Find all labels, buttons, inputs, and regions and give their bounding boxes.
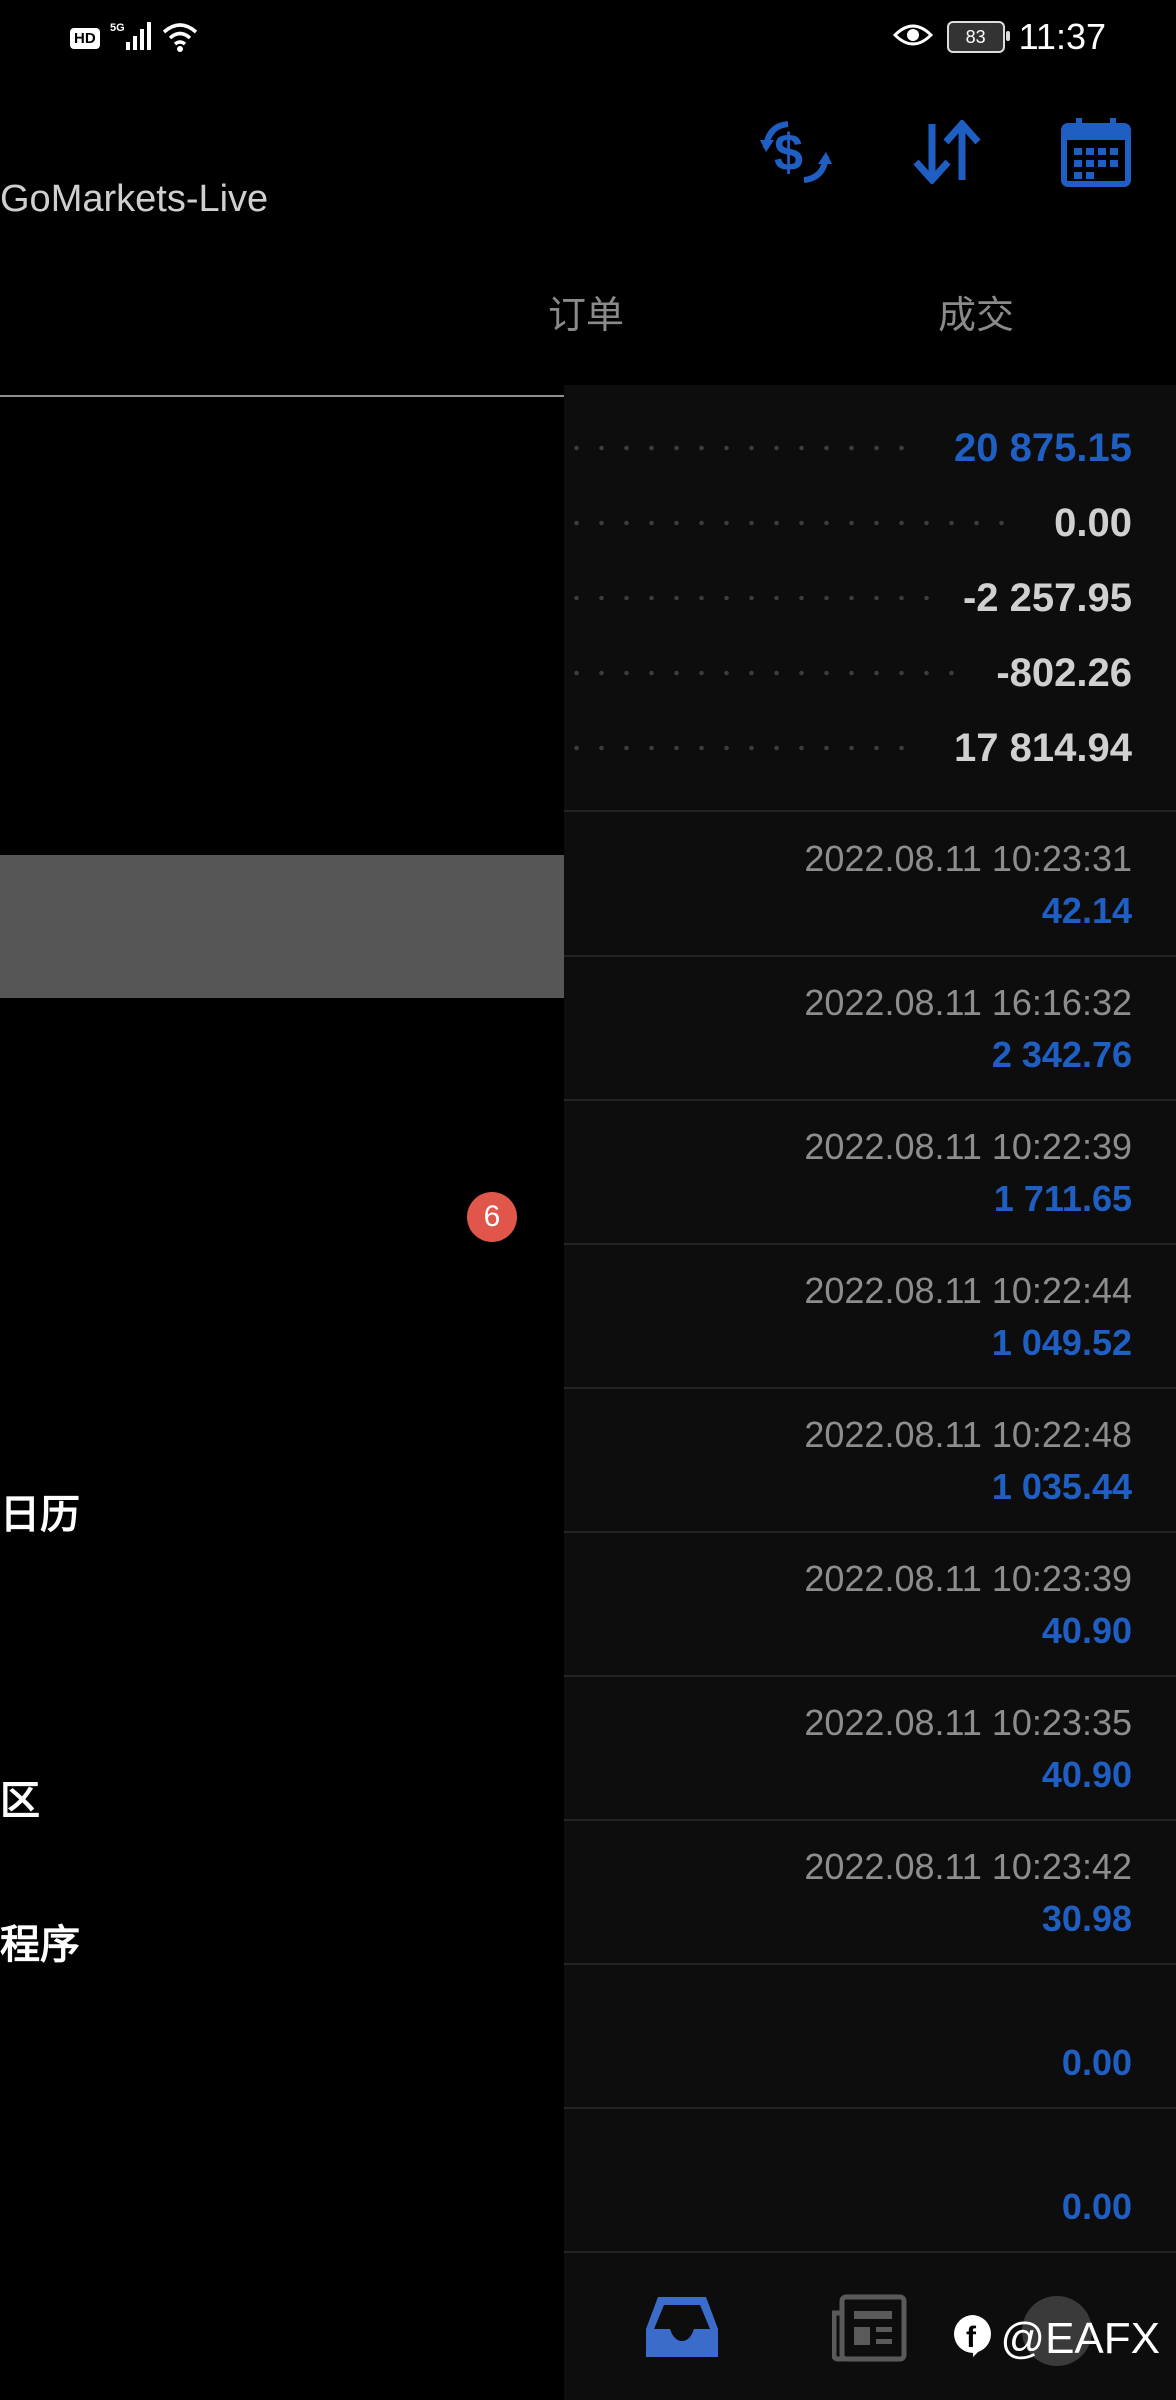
deal-value: 1 711.65	[993, 1178, 1132, 1219]
deal-row[interactable]: 2022.08.11 10:23:39 40.90	[564, 1532, 1132, 1676]
deal-row[interactable]: 2022.08.11 10:23:31 42.14	[564, 812, 1132, 956]
deal-time: 2022.08.11 10:22:48	[804, 1414, 1132, 1455]
deal-row[interactable]: 2022.08.11 10:23:35 40.90	[564, 1676, 1132, 1820]
drawer-item-selected[interactable]	[0, 855, 564, 998]
clock: 11:37	[1018, 16, 1106, 57]
deal-row[interactable]: 0.00	[564, 1964, 1132, 2108]
deal-time: 2022.08.11 10:23:42	[804, 1846, 1132, 1887]
tab-deals[interactable]: 成交	[938, 284, 1014, 339]
summary-value: 0.00	[1054, 500, 1132, 545]
drawer-item-apps[interactable]: 程序	[0, 1912, 80, 1970]
deal-time: 2022.08.11 10:23:35	[804, 1702, 1132, 1743]
summary-row: 0.00	[564, 493, 1132, 553]
status-bar-right: 83 11:37	[892, 14, 1106, 60]
deal-row[interactable]: 2022.08.11 10:23:42 30.98	[564, 1820, 1132, 1964]
wifi-icon	[160, 20, 200, 57]
deal-value: 0.00	[1061, 2186, 1132, 2227]
svg-text:f: f	[966, 2321, 977, 2354]
summary-value: -802.26	[996, 650, 1132, 695]
deal-value: 40.90	[1041, 1754, 1132, 1795]
deal-time: 2022.08.11 10:23:39	[804, 1558, 1132, 1599]
deal-time: 2022.08.11 10:22:44	[804, 1270, 1132, 1311]
watermark: f @EAFX	[952, 2313, 1160, 2364]
deal-value: 40.90	[1041, 1610, 1132, 1651]
deal-value: 0.00	[1061, 2042, 1132, 2083]
deal-row[interactable]: 2022.08.11 10:22:44 1 049.52	[564, 1244, 1132, 1388]
summary-row: 17 814.94	[564, 718, 1132, 778]
hd-indicator: HD	[70, 27, 100, 49]
inbox-icon[interactable]	[644, 2293, 720, 2368]
summary-value: 20 875.15	[954, 425, 1132, 470]
status-bar-left: HD 5G	[70, 18, 200, 58]
deal-time: 2022.08.11 10:22:39	[804, 1126, 1132, 1167]
signal-icon: 5G	[108, 20, 152, 57]
summary-row: 20 875.15	[564, 418, 1132, 478]
deal-value: 2 342.76	[991, 1034, 1132, 1075]
deal-value: 30.98	[1041, 1898, 1132, 1939]
eye-icon	[892, 21, 933, 54]
deal-row[interactable]: 2022.08.11 16:16:32 2 342.76	[564, 956, 1132, 1100]
deal-time: 2022.08.11 10:23:31	[804, 838, 1132, 879]
server-name: GoMarkets-Live	[0, 178, 269, 220]
drawer-divider	[0, 395, 564, 397]
sort-icon[interactable]	[912, 120, 982, 184]
facebook-icon: f	[952, 2313, 994, 2364]
deal-value: 1 035.44	[991, 1466, 1132, 1507]
summary-row: -802.26	[564, 643, 1132, 703]
deal-value: 1 049.52	[991, 1322, 1132, 1363]
drawer-item-calendar[interactable]: 日历	[0, 1482, 80, 1540]
navigation-drawer	[0, 396, 564, 2400]
deal-row[interactable]: 0.00	[564, 2108, 1132, 2252]
currency-exchange-icon[interactable]: $	[758, 118, 834, 186]
calendar-icon[interactable]	[1060, 116, 1132, 188]
deal-time: 2022.08.11 16:16:32	[804, 982, 1132, 1023]
drawer-item-community[interactable]: 区	[0, 1768, 40, 1826]
deal-row[interactable]: 2022.08.11 10:22:48 1 035.44	[564, 1388, 1132, 1532]
watermark-text: @EAFX	[1000, 2313, 1160, 2363]
summary-value: -2 257.95	[962, 575, 1132, 620]
tab-orders[interactable]: 订单	[548, 284, 624, 339]
news-icon[interactable]	[831, 2293, 908, 2368]
summary-row: -2 257.95	[564, 568, 1132, 628]
notification-badge: 6	[467, 1192, 517, 1242]
network-type: 5G	[110, 22, 125, 34]
deal-value: 42.14	[1041, 890, 1132, 931]
battery-indicator: 83	[946, 21, 1010, 53]
svg-text:$: $	[774, 124, 803, 182]
deal-row[interactable]: 2022.08.11 10:22:39 1 711.65	[564, 1100, 1132, 1244]
summary-value: 17 814.94	[954, 725, 1132, 770]
header-toolbar: $	[758, 116, 1132, 188]
